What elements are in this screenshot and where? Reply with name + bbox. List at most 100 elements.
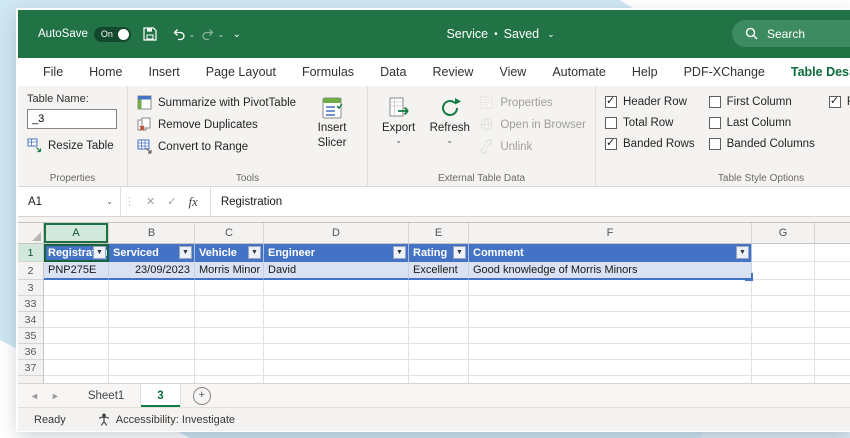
row-header-33[interactable]: 33 [18, 296, 43, 312]
export-button[interactable]: Export ⌄ [377, 93, 420, 154]
autosave-control[interactable]: AutoSave On [38, 26, 131, 42]
tab-insert[interactable]: Insert [136, 59, 193, 86]
column-header-c[interactable]: C [195, 223, 264, 244]
filter-button[interactable]: ▼ [736, 246, 749, 259]
formula-bar-content[interactable]: Registration [211, 187, 850, 216]
tab-formulas[interactable]: Formulas [289, 59, 367, 86]
banded-rows-checkbox[interactable]: Banded Rows [605, 136, 695, 150]
cancel-entry-icon[interactable]: ✕ [146, 195, 155, 208]
quick-access-customize-icon[interactable]: ⌄ [227, 23, 247, 45]
tab-home[interactable]: Home [76, 59, 135, 86]
sheet-nav-left-icon[interactable]: ◄ [30, 391, 39, 401]
select-all-icon [32, 232, 41, 241]
cell-e2[interactable]: Excellent [409, 262, 469, 280]
tab-review[interactable]: Review [419, 59, 486, 86]
tab-help[interactable]: Help [619, 59, 671, 86]
insert-slicer-button[interactable]: Insert Slicer [306, 93, 358, 154]
empty-grid-region[interactable] [44, 280, 850, 383]
name-box-dropdown-icon[interactable]: ⌄ [106, 197, 113, 206]
sheet-tab-sheet1[interactable]: Sheet1 [72, 384, 142, 407]
document-title[interactable]: Service • Saved ⌄ [446, 27, 554, 41]
cell-h1[interactable] [815, 244, 850, 262]
select-all-button[interactable] [18, 223, 44, 244]
cell-d2[interactable]: David [264, 262, 409, 280]
column-header-d[interactable]: D [264, 223, 409, 244]
search-box[interactable]: Search [732, 20, 850, 47]
export-dropdown-icon[interactable]: ⌄ [395, 136, 402, 146]
first-column-checkbox[interactable]: First Column [708, 96, 815, 108]
cell-f2[interactable]: Good knowledge of Morris Minors [469, 262, 752, 280]
row-header-3[interactable]: 3 [18, 280, 43, 296]
redo-dropdown-icon[interactable]: ⌄ [218, 31, 224, 39]
cell-e1-rating-header[interactable]: Rating ▼ [409, 244, 469, 262]
column-header-h[interactable]: H [815, 223, 850, 244]
cell-c2[interactable]: Morris Minor [195, 262, 264, 280]
ribbon: Table Name: Resize Table Properties Summ… [18, 86, 850, 187]
undo-dropdown-icon[interactable]: ⌄ [189, 31, 195, 39]
column-header-e[interactable]: E [409, 223, 469, 244]
tab-view[interactable]: View [486, 59, 539, 86]
tab-data[interactable]: Data [367, 59, 419, 86]
column-header-b[interactable]: B [109, 223, 195, 244]
formula-bar-drag-handle[interactable]: ⋮ [121, 187, 138, 216]
refresh-dropdown-icon[interactable]: ⌄ [446, 136, 453, 146]
tab-table-design[interactable]: Table Design [778, 59, 850, 86]
accessibility-status[interactable]: Accessibility: Investigate [82, 413, 235, 426]
header-row-checkbox[interactable]: Header Row [605, 94, 695, 108]
redo-icon[interactable]: ⌄ [198, 23, 224, 45]
toggle-knob-icon [117, 28, 129, 40]
cell-b2[interactable]: 23/09/2023 [109, 262, 195, 280]
sheet-tab-3[interactable]: 3 [141, 384, 181, 407]
cell-b1-serviced-header[interactable]: Serviced ▼ [109, 244, 195, 262]
table-resize-handle[interactable] [745, 273, 753, 281]
last-column-checkbox[interactable]: Last Column [708, 117, 815, 129]
remove-duplicates-button[interactable]: Remove Duplicates [137, 117, 296, 132]
save-icon[interactable] [140, 23, 160, 45]
cell-f1-comment-header[interactable]: Comment ▼ [469, 244, 752, 262]
filter-button-checkbox[interactable]: Filter Button [828, 94, 850, 108]
confirm-entry-icon[interactable]: ✓ [167, 195, 176, 208]
row-header-2[interactable]: 2 [18, 262, 43, 280]
tab-page-layout[interactable]: Page Layout [193, 59, 289, 86]
status-mode[interactable]: Ready [18, 414, 82, 426]
table-name-input[interactable] [27, 109, 117, 129]
filter-button[interactable]: ▼ [248, 246, 261, 259]
cell-g1[interactable] [752, 244, 815, 262]
cell-c1-vehicle-header[interactable]: Vehicle ▼ [195, 244, 264, 262]
add-sheet-button[interactable]: + [192, 386, 211, 405]
filter-button[interactable]: ▼ [393, 246, 406, 259]
column-header-g[interactable]: G [752, 223, 815, 244]
convert-to-range-button[interactable]: Convert to Range [137, 139, 296, 154]
cell-g2[interactable] [752, 262, 815, 280]
refresh-button[interactable]: Refresh ⌄ [428, 93, 471, 154]
cell-a1-registration-header[interactable]: Registration ▼ [44, 244, 109, 262]
filter-button[interactable]: ▼ [93, 246, 106, 259]
tab-file[interactable]: File [30, 59, 76, 86]
filter-button[interactable]: ▼ [179, 246, 192, 259]
column-header-a[interactable]: A [44, 223, 109, 244]
cell-d1-engineer-header[interactable]: Engineer ▼ [264, 244, 409, 262]
properties-icon [480, 96, 493, 109]
ribbon-tab-strip: File Home Insert Page Layout Formulas Da… [18, 58, 850, 86]
row-header-34[interactable]: 34 [18, 312, 43, 328]
cell-a2[interactable]: PNP275E [44, 262, 109, 280]
undo-icon[interactable]: ⌄ [169, 23, 195, 45]
tab-automate[interactable]: Automate [539, 59, 619, 86]
title-dropdown-icon[interactable]: ⌄ [547, 29, 555, 40]
row-header-1[interactable]: 1 [18, 244, 43, 262]
tab-pdf-xchange[interactable]: PDF-XChange [671, 59, 778, 86]
row-header-37[interactable]: 37 [18, 360, 43, 376]
cell-h2[interactable] [815, 262, 850, 280]
name-box[interactable]: A1 ⌄ [18, 187, 121, 216]
row-header-35[interactable]: 35 [18, 328, 43, 344]
sheet-nav-right-icon[interactable]: ► [51, 391, 60, 401]
resize-table-button[interactable]: Resize Table [27, 138, 118, 153]
banded-columns-checkbox[interactable]: Banded Columns [708, 138, 815, 150]
total-row-checkbox[interactable]: Total Row [605, 117, 695, 129]
column-header-f[interactable]: F [469, 223, 752, 244]
autosave-toggle[interactable]: On [93, 26, 131, 42]
row-header-36[interactable]: 36 [18, 344, 43, 360]
filter-button[interactable]: ▼ [453, 246, 466, 259]
insert-function-icon[interactable]: fx [188, 194, 197, 210]
summarize-with-pivottable-button[interactable]: Summarize with PivotTable [137, 95, 296, 110]
